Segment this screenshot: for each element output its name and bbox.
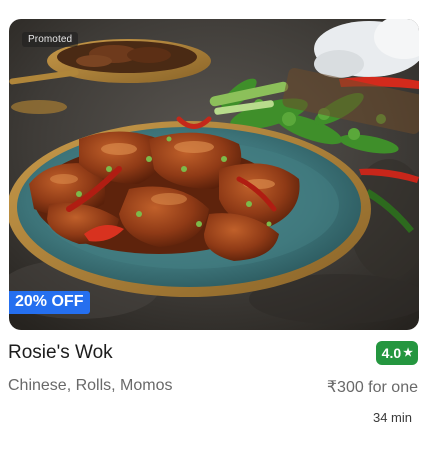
restaurant-card[interactable]: Promoted 20% OFF Rosie's Wok 4.0 ★ Chine… <box>0 0 427 469</box>
star-icon: ★ <box>403 347 413 359</box>
rating-badge: 4.0 ★ <box>375 341 418 365</box>
cuisine-list: Chinese, Rolls, Momos <box>8 377 173 394</box>
promoted-label: Promoted <box>22 32 79 47</box>
offer-badge: 20% OFF <box>9 291 91 314</box>
food-photo <box>9 19 419 330</box>
rating-value: 4.0 <box>381 345 402 361</box>
price-for-one: ₹300 for one <box>326 379 418 396</box>
delivery-time: 34 min <box>372 410 412 425</box>
restaurant-image[interactable]: Promoted 20% OFF <box>9 19 419 330</box>
restaurant-name[interactable]: Rosie's Wok <box>8 342 113 364</box>
